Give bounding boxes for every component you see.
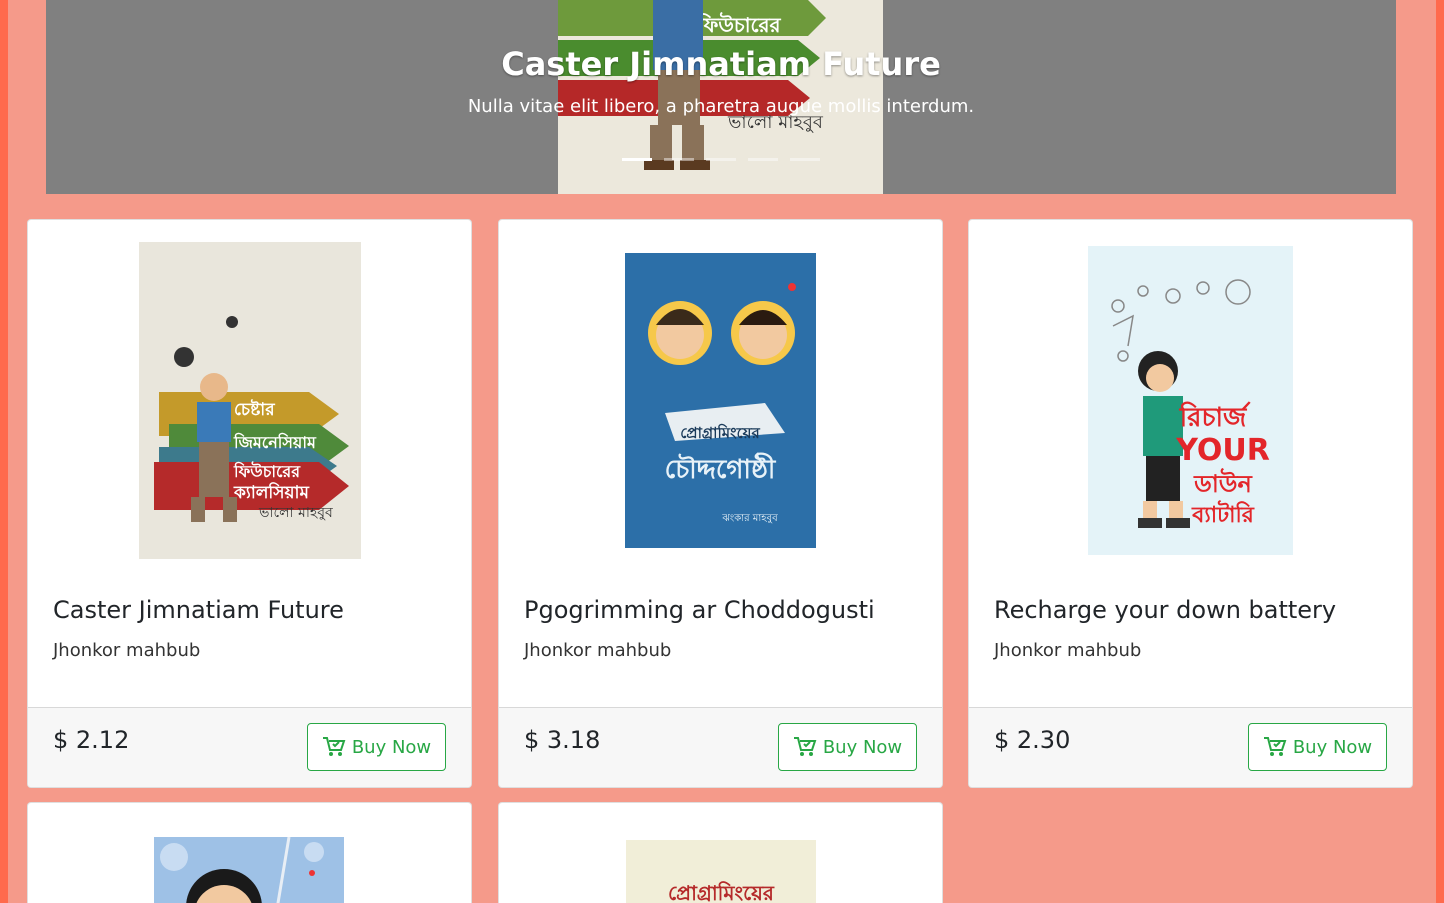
buy-now-button[interactable]: Buy Now bbox=[307, 723, 446, 771]
carousel-cover-line-1: ফিউচারের bbox=[697, 12, 782, 37]
svg-text:ঝংকার মাহবুব: ঝংকার মাহবুব bbox=[721, 513, 778, 524]
book-cover-image bbox=[154, 837, 344, 903]
carousel-title: Caster Jimnatiam Future bbox=[501, 45, 941, 83]
book-cover-image: প্রোগ্রামিংয়ের চৌদ্দগোষ্ঠী ঝংকার মাহবুব bbox=[625, 252, 816, 548]
product-image-wrap: রিচার্জ YOUR ডাউন ব্যাটারি bbox=[969, 220, 1412, 580]
product-card: রিচার্জ YOUR ডাউন ব্যাটারি Recharge your… bbox=[968, 219, 1413, 788]
product-title[interactable]: Caster Jimnatiam Future bbox=[53, 580, 446, 626]
cover-text: জিমনেসিয়াম bbox=[233, 432, 317, 452]
cover-text: YOUR bbox=[1175, 433, 1270, 468]
page-edge-left bbox=[0, 0, 8, 903]
buy-now-label: Buy Now bbox=[351, 736, 432, 758]
product-author: Jhonkor mahbub bbox=[53, 640, 201, 661]
cover-text: ফিউচারের bbox=[233, 461, 301, 481]
carousel-text: Nulla vitae elit libero, a pharetra augu… bbox=[467, 96, 975, 117]
product-card bbox=[27, 802, 472, 903]
cover-text: প্রোগ্রামিংয়ের bbox=[680, 423, 760, 442]
hero-carousel[interactable]: ফিউচারের ভালো মাহবুব Caster Jimnatiam Fu… bbox=[46, 0, 1396, 194]
cover-text: ব্যাটারি bbox=[1191, 500, 1255, 528]
carousel-caption: Caster Jimnatiam Future Nulla vitae elit… bbox=[46, 42, 1396, 117]
carousel-indicator[interactable] bbox=[790, 158, 820, 161]
page-edge-right bbox=[1436, 0, 1444, 903]
product-price: $ 2.12 bbox=[53, 726, 130, 754]
buy-now-label: Buy Now bbox=[1292, 736, 1373, 758]
svg-text:ভালো মাহবুব: ভালো মাহবুব bbox=[258, 505, 333, 521]
card-footer: $ 2.12 Buy Now bbox=[28, 707, 471, 787]
product-title[interactable]: Pgogrimming ar Choddogusti bbox=[524, 580, 917, 626]
cover-text: প্রোগ্রামিংয়ের bbox=[668, 881, 775, 903]
carousel-indicator[interactable] bbox=[748, 158, 778, 161]
carousel-indicator[interactable] bbox=[664, 158, 694, 161]
product-image-wrap: চেষ্টার জিমনেসিয়াম ফিউচারের ক্যালসিয়াম… bbox=[28, 220, 471, 580]
product-author: Jhonkor mahbub bbox=[994, 640, 1142, 661]
cart-icon bbox=[1263, 737, 1287, 756]
cover-text: ক্যালসিয়াম bbox=[233, 481, 309, 503]
carousel-indicator[interactable] bbox=[706, 158, 736, 161]
product-image-wrap: প্রোগ্রামিংয়ের চৌদ্দগোষ্ঠী ঝংকার মাহবুব bbox=[499, 220, 942, 580]
buy-now-label: Buy Now bbox=[822, 736, 903, 758]
card-footer: $ 2.30 Buy Now bbox=[969, 707, 1412, 787]
buy-now-button[interactable]: Buy Now bbox=[778, 723, 917, 771]
cover-text: চৌদ্দগোষ্ঠী bbox=[665, 452, 777, 485]
product-price: $ 2.30 bbox=[994, 726, 1071, 754]
book-cover-image: রিচার্জ YOUR ডাউন ব্যাটারি bbox=[1088, 245, 1293, 555]
cover-text: ডাউন bbox=[1193, 468, 1253, 498]
carousel-indicator[interactable] bbox=[622, 158, 652, 161]
cart-icon bbox=[322, 737, 346, 756]
product-card: প্রোগ্রামিংয়ের bbox=[498, 802, 943, 903]
product-card: প্রোগ্রামিংয়ের চৌদ্দগোষ্ঠী ঝংকার মাহবুব… bbox=[498, 219, 943, 788]
product-title[interactable]: Recharge your down battery bbox=[994, 580, 1387, 626]
buy-now-button[interactable]: Buy Now bbox=[1248, 723, 1387, 771]
cover-text: রিচার্জ bbox=[1179, 401, 1252, 433]
carousel-indicators bbox=[46, 158, 1396, 161]
book-cover-image: চেষ্টার জিমনেসিয়াম ফিউচারের ক্যালসিয়াম… bbox=[138, 241, 361, 559]
cart-icon bbox=[793, 737, 817, 756]
cover-text: চেষ্টার bbox=[234, 398, 275, 420]
product-card: চেষ্টার জিমনেসিয়াম ফিউচারের ক্যালসিয়াম… bbox=[27, 219, 472, 788]
book-cover-image: প্রোগ্রামিংয়ের bbox=[626, 840, 816, 903]
product-author: Jhonkor mahbub bbox=[524, 640, 672, 661]
card-footer: $ 3.18 Buy Now bbox=[499, 707, 942, 787]
product-price: $ 3.18 bbox=[524, 726, 601, 754]
